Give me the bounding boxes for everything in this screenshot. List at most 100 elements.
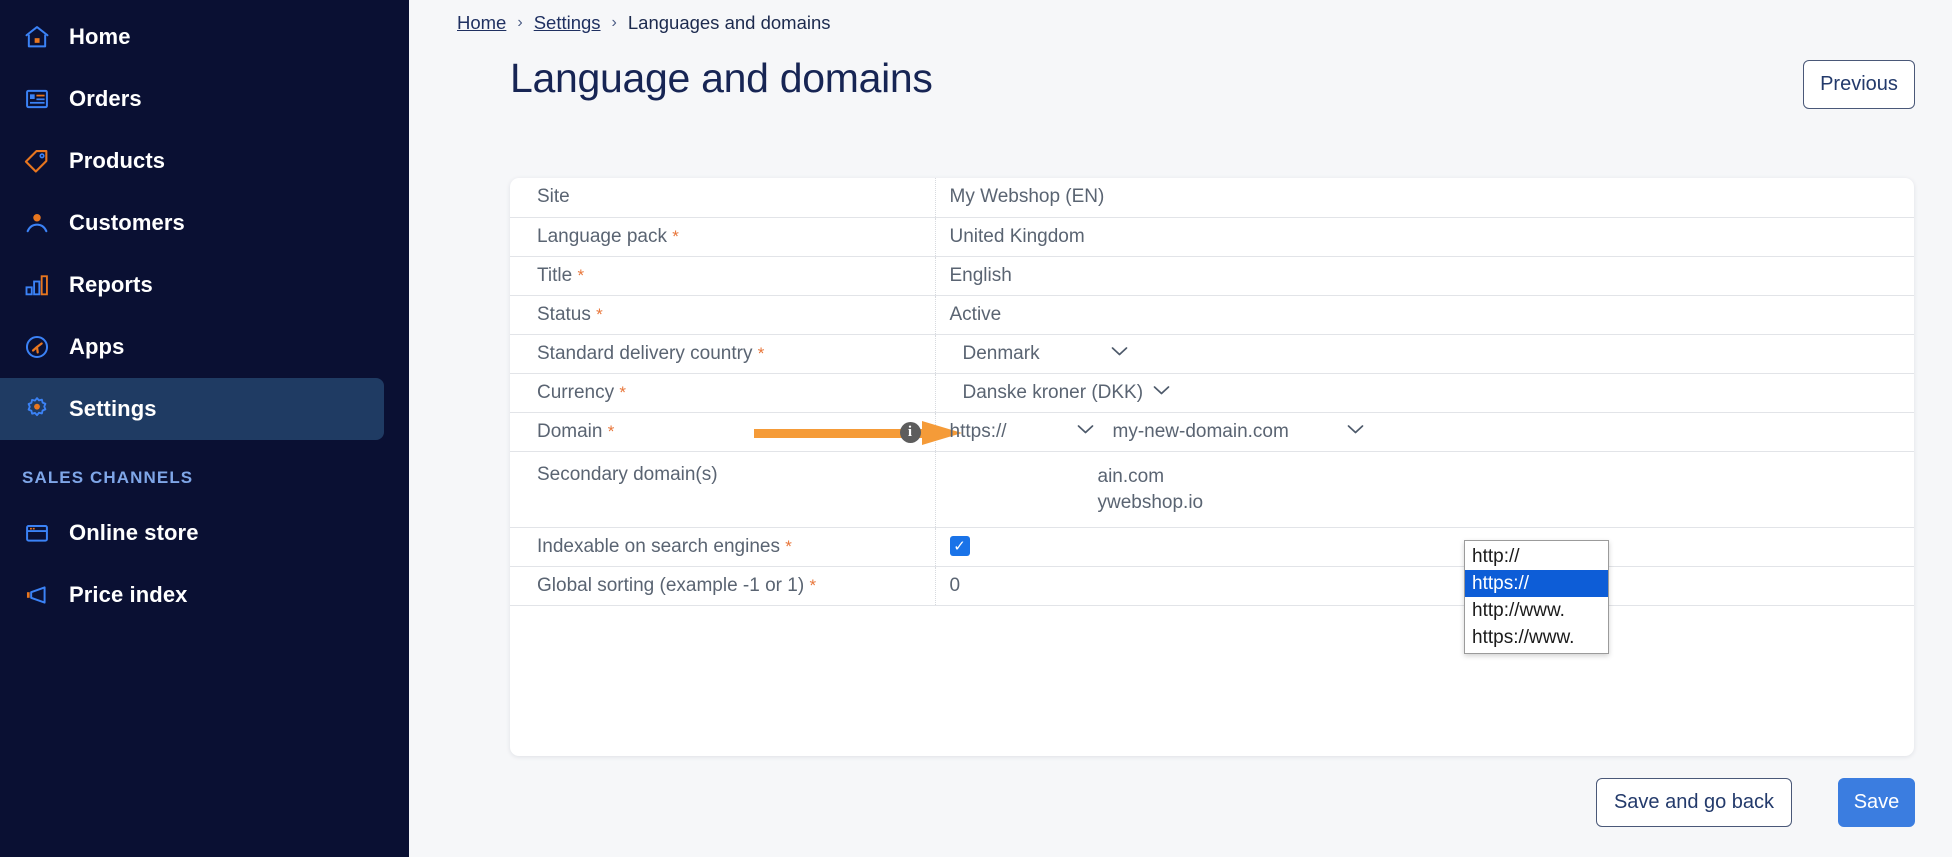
currency-select[interactable]: Danske kroner (DKK) — [963, 382, 1915, 404]
row-value-status: Active — [935, 295, 1914, 335]
breadcrumb-home[interactable]: Home — [457, 12, 506, 34]
label-text: Language pack — [537, 225, 667, 247]
row-label-status: Status * — [510, 295, 936, 335]
table-row: Status * Active — [510, 295, 1914, 335]
table-row: Standard delivery country * Denmark — [510, 334, 1915, 374]
breadcrumb: Home › Settings › Languages and domains — [457, 12, 831, 34]
delivery-country-select[interactable]: Denmark — [963, 343, 1915, 365]
row-value-indexable: ✓ — [935, 527, 1914, 567]
chevron-down-icon — [1111, 344, 1128, 361]
dropdown-option-https[interactable]: https:// — [1465, 570, 1608, 597]
row-value-delivery-country: Denmark — [935, 334, 1915, 374]
row-label-delivery-country: Standard delivery country * — [510, 334, 936, 374]
row-value-domain: https:// my-new-domain.com — [935, 412, 1915, 452]
label-text: Global sorting (example -1 or 1) — [537, 574, 805, 596]
protocol-value: https:// — [949, 420, 1007, 442]
sidebar-item-label: Price index — [69, 582, 188, 607]
user-icon — [22, 208, 52, 238]
breadcrumb-separator-icon: › — [611, 14, 617, 31]
table-row: Currency * Danske kroner (DKK) — [510, 373, 1915, 413]
chevron-down-icon — [1153, 383, 1170, 400]
required-marker: * — [757, 343, 765, 363]
store-icon — [22, 518, 52, 548]
chevron-down-icon — [1077, 422, 1094, 439]
label-text: Title — [537, 264, 573, 286]
dropdown-option-http[interactable]: http:// — [1465, 543, 1608, 570]
sidebar-item-label: Products — [69, 148, 166, 173]
sidebar-item-label: Reports — [69, 272, 153, 297]
chevron-down-icon — [1347, 422, 1364, 439]
breadcrumb-current: Languages and domains — [627, 12, 831, 33]
row-label-domain: Domain * i — [510, 412, 962, 452]
sidebar-item-label: Settings — [69, 396, 157, 421]
row-value-currency: Danske kroner (DKK) — [935, 373, 1915, 413]
sidebar-item-orders[interactable]: Orders — [0, 68, 409, 130]
required-marker: * — [596, 304, 603, 324]
row-label-site: Site — [510, 178, 936, 218]
page-title: Language and domains — [510, 55, 933, 101]
required-marker: * — [809, 575, 817, 595]
sidebar-item-products[interactable]: Products — [0, 130, 409, 192]
required-marker: * — [577, 265, 585, 285]
row-label-language-pack: Language pack * — [510, 217, 936, 257]
required-marker: * — [785, 536, 792, 556]
apps-icon — [22, 332, 52, 362]
label-text: Indexable on search engines — [537, 535, 780, 557]
indexable-checkbox[interactable]: ✓ — [949, 536, 970, 557]
app-root: Home Orders Products Customers Reports A… — [0, 0, 1952, 857]
table-row: Secondary domain(s) ain.com ywebshop.io — [510, 451, 1915, 528]
main-content: Home › Settings › Languages and domains … — [409, 0, 1952, 857]
domain-controls: https:// my-new-domain.com — [950, 421, 1915, 443]
row-label-title: Title * — [510, 256, 936, 296]
save-button[interactable]: Save — [1838, 778, 1915, 827]
protocol-select[interactable]: https:// — [950, 421, 1100, 443]
dropdown-option-http-www[interactable]: http://www. — [1465, 597, 1608, 624]
sidebar-item-label: Apps — [69, 334, 125, 359]
language-domain-table: Site My Webshop (EN) Language pack * Uni… — [510, 178, 1914, 606]
sidebar-item-settings[interactable]: Settings — [0, 378, 384, 440]
row-value-global-sorting: 0 — [935, 566, 1914, 606]
sidebar-item-label: Home — [69, 24, 131, 49]
row-label-indexable: Indexable on search engines * — [510, 527, 936, 567]
required-marker: * — [607, 421, 615, 441]
sidebar-item-customers[interactable]: Customers — [0, 192, 409, 254]
currency-value: Danske kroner (DKK) — [962, 381, 1144, 403]
secondary-domain-item[interactable]: ain.com — [1098, 464, 1915, 490]
save-and-go-back-button[interactable]: Save and go back — [1596, 778, 1792, 827]
orders-icon — [22, 84, 52, 114]
settings-card: Site My Webshop (EN) Language pack * Uni… — [510, 178, 1914, 756]
row-label-secondary-domains: Secondary domain(s) — [510, 451, 936, 528]
sidebar-item-apps[interactable]: Apps — [0, 316, 409, 378]
sidebar: Home Orders Products Customers Reports A… — [0, 0, 409, 857]
table-row: Global sorting (example -1 or 1) * 0 — [510, 566, 1914, 606]
label-text: Currency — [537, 381, 615, 403]
sidebar-item-reports[interactable]: Reports — [0, 254, 409, 316]
sidebar-item-online-store[interactable]: Online store — [0, 502, 409, 564]
required-marker: * — [672, 226, 679, 246]
breadcrumb-separator-icon: › — [517, 14, 523, 31]
delivery-country-value: Denmark — [962, 342, 1040, 364]
domain-name-value: my-new-domain.com — [1112, 420, 1289, 442]
info-icon[interactable]: i — [899, 421, 921, 443]
sidebar-section-label: SALES CHANNELS — [22, 468, 194, 487]
row-value-secondary-domains: ain.com ywebshop.io — [935, 451, 1915, 528]
megaphone-icon — [22, 580, 52, 610]
label-text: Status — [537, 303, 591, 325]
row-value-site: My Webshop (EN) — [935, 178, 1914, 218]
sidebar-item-home[interactable]: Home — [0, 6, 409, 68]
row-value-language-pack: United Kingdom — [935, 217, 1914, 257]
domain-name-select[interactable]: my-new-domain.com — [1113, 421, 1364, 443]
sidebar-item-price-index[interactable]: Price index — [0, 564, 409, 626]
table-row: Site My Webshop (EN) — [510, 178, 1914, 218]
label-text: Secondary domain(s) — [537, 463, 718, 485]
protocol-dropdown-list[interactable]: http:// https:// http://www. https://www… — [1464, 540, 1609, 654]
table-row: Language pack * United Kingdom — [510, 217, 1914, 257]
dropdown-option-https-www[interactable]: https://www. — [1465, 624, 1608, 651]
label-text: Domain — [537, 420, 603, 442]
secondary-domain-item[interactable]: ywebshop.io — [1098, 490, 1915, 516]
table-row: Indexable on search engines * ✓ — [510, 527, 1914, 567]
breadcrumb-settings[interactable]: Settings — [534, 12, 601, 34]
previous-button[interactable]: Previous — [1803, 60, 1915, 109]
label-text: Standard delivery country — [537, 342, 753, 364]
row-label-currency: Currency * — [510, 373, 936, 413]
